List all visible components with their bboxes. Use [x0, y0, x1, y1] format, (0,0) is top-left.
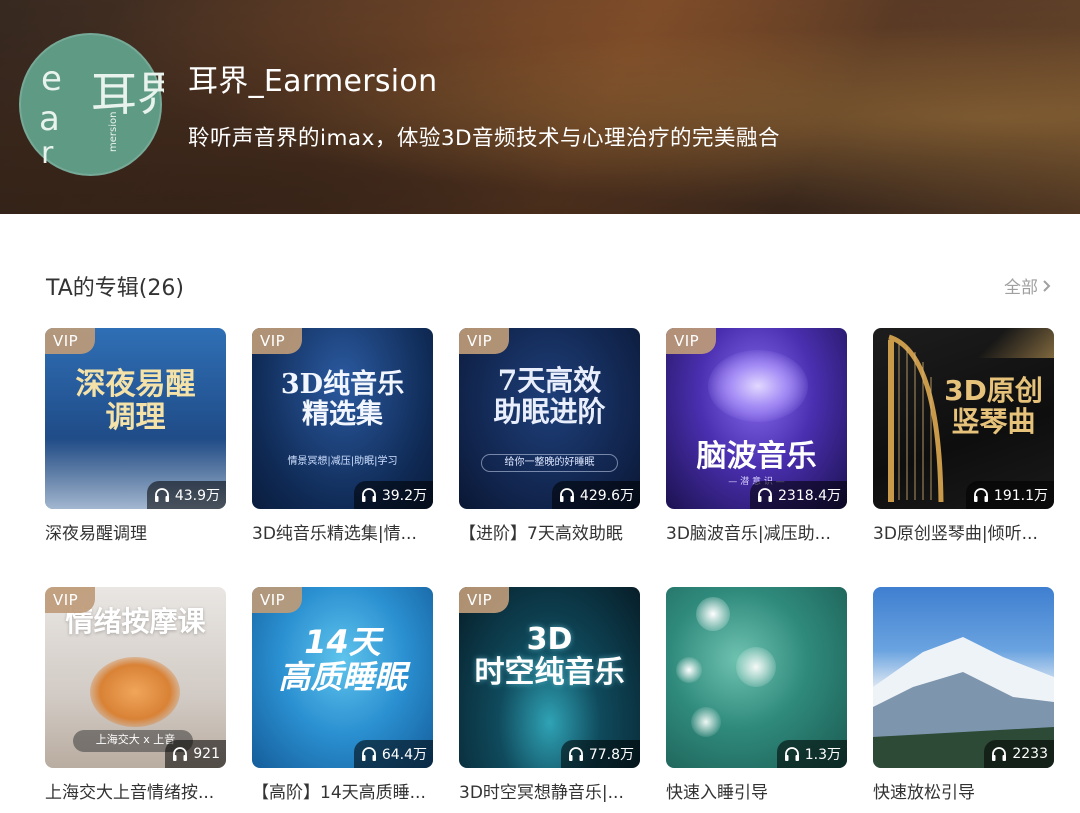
album-card[interactable]: 3D纯音乐 精选集 情景冥想|减压|助眠|学习 VIP 39.2万 3D纯音乐精… — [252, 328, 433, 544]
cover-subtitle: 情景冥想|减压|助眠|学习 — [287, 456, 398, 467]
kitten-graphic — [90, 657, 180, 727]
play-count: 429.6万 — [551, 481, 640, 509]
cover-title: 3D 时空纯音乐 — [474, 622, 625, 690]
album-card[interactable]: 3D原创 竖琴曲 191.1万 3D原创竖琴曲|倾听... — [873, 328, 1054, 544]
album-card[interactable]: 深夜易醒 调理 VIP 43.9万 深夜易醒调理 — [45, 328, 226, 544]
vip-badge: VIP — [666, 328, 716, 354]
album-card[interactable]: 14天 高质睡眠 VIP 64.4万 【高阶】14天高质睡... — [252, 587, 433, 803]
album-cover[interactable]: 7天高效 助眠进阶 给你一整晚的好睡眠 VIP 429.6万 — [459, 328, 640, 509]
play-count: 2318.4万 — [750, 481, 847, 509]
album-card[interactable]: 情绪按摩课 上海交大 x 上音 VIP 921 上海交大上音情绪按... — [45, 587, 226, 803]
play-count: 191.1万 — [965, 481, 1054, 509]
play-count: 921 — [165, 740, 226, 768]
album-cover[interactable]: 深夜易醒 调理 VIP 43.9万 — [45, 328, 226, 509]
headphones-icon — [173, 747, 188, 761]
album-card[interactable]: 7天高效 助眠进阶 给你一整晚的好睡眠 VIP 429.6万 【进阶】7天高效助… — [459, 328, 640, 544]
albums-section-title: TA的专辑(26) — [46, 276, 184, 301]
play-count: 39.2万 — [353, 481, 433, 509]
play-count: 43.9万 — [146, 481, 226, 509]
album-name[interactable]: 【进阶】7天高效助眠 — [459, 519, 640, 544]
album-name[interactable]: 3D脑波音乐|减压助... — [666, 519, 847, 544]
album-card[interactable]: 脑波音乐 — 潜 意 识 — VIP 2318.4万 3D脑波音乐|减压助... — [666, 328, 847, 544]
cover-title: 深夜易醒 调理 — [75, 367, 196, 435]
album-cover[interactable]: 3D 时空纯音乐 VIP 77.8万 — [459, 587, 640, 768]
album-name[interactable]: 3D原创竖琴曲|倾听... — [873, 519, 1054, 544]
see-all-label: 全部 — [1004, 278, 1038, 298]
cover-title: 3D纯音乐 精选集 — [280, 369, 405, 430]
album-name[interactable]: 快速入睡引导 — [666, 778, 847, 803]
vip-badge: VIP — [45, 587, 95, 613]
album-card[interactable]: 3D 时空纯音乐 VIP 77.8万 3D时空冥想静音乐|... — [459, 587, 640, 803]
cover-title: 脑波音乐 — [696, 439, 817, 474]
channel-description: 聆听声音界的imax，体验3D音频技术与心理治疗的完美融合 — [188, 126, 781, 151]
album-name[interactable]: 上海交大上音情绪按... — [45, 778, 226, 803]
headphones-icon — [784, 747, 799, 761]
headphones-icon — [361, 747, 376, 761]
play-count-value: 921 — [193, 746, 220, 762]
channel-avatar[interactable]: e a r 耳界 mersion — [19, 33, 164, 176]
headphones-icon — [758, 488, 772, 502]
play-count-value: 39.2万 — [381, 488, 427, 504]
album-name[interactable]: 快速放松引导 — [873, 778, 1054, 803]
play-count-value: 43.9万 — [174, 488, 220, 504]
play-count-value: 429.6万 — [579, 488, 634, 504]
play-count: 2233 — [984, 740, 1054, 768]
vip-badge: VIP — [45, 328, 95, 354]
album-cover[interactable]: 脑波音乐 — 潜 意 识 — VIP 2318.4万 — [666, 328, 847, 509]
avatar-ear-char: 耳界 — [91, 67, 164, 121]
profile-header: e a r 耳界 mersion 耳界_Earmersion 聆听声音界的ima… — [0, 0, 1080, 214]
album-cover[interactable]: 3D纯音乐 精选集 情景冥想|减压|助眠|学习 VIP 39.2万 — [252, 328, 433, 509]
album-cover[interactable]: 2233 — [873, 587, 1054, 768]
album-name[interactable]: 3D纯音乐精选集|情... — [252, 519, 433, 544]
play-count-value: 64.4万 — [381, 747, 427, 763]
cover-title: 3D原创 竖琴曲 — [944, 374, 1043, 438]
see-all-link[interactable]: 全部 — [1004, 273, 1052, 298]
channel-name: 耳界_Earmersion — [188, 64, 438, 99]
avatar-e: e — [41, 59, 62, 99]
album-name[interactable]: 3D时空冥想静音乐|... — [459, 778, 640, 803]
album-name[interactable]: 深夜易醒调理 — [45, 519, 226, 544]
headphones-icon — [361, 488, 376, 502]
album-card[interactable]: 2233 快速放松引导 — [873, 587, 1054, 803]
play-count-value: 2318.4万 — [778, 488, 841, 504]
play-count: 1.3万 — [776, 740, 847, 768]
album-cover[interactable]: 14天 高质睡眠 VIP 64.4万 — [252, 587, 433, 768]
play-count-value: 1.3万 — [804, 747, 841, 763]
cover-subtitle: 给你一整晚的好睡眠 — [504, 457, 595, 468]
play-count-value: 2233 — [1012, 746, 1048, 762]
vip-badge: VIP — [459, 328, 509, 354]
chevron-right-icon — [1043, 279, 1051, 292]
play-count: 64.4万 — [353, 740, 433, 768]
headphones-icon — [973, 488, 988, 502]
album-card[interactable]: 1.3万 快速入睡引导 — [666, 587, 847, 803]
vip-badge: VIP — [252, 328, 302, 354]
play-count: 77.8万 — [560, 740, 640, 768]
vip-badge: VIP — [459, 587, 509, 613]
album-cover[interactable]: 1.3万 — [666, 587, 847, 768]
vip-badge: VIP — [252, 587, 302, 613]
album-cover[interactable]: 情绪按摩课 上海交大 x 上音 VIP 921 — [45, 587, 226, 768]
avatar-r: r — [41, 136, 54, 171]
play-count-value: 77.8万 — [588, 747, 634, 763]
headphones-icon — [154, 488, 169, 502]
headphones-icon — [992, 747, 1007, 761]
brain-graphic — [708, 350, 808, 422]
avatar-a: a — [39, 99, 60, 139]
avatar-logo: e a r 耳界 mersion — [39, 59, 164, 171]
headphones-icon — [559, 488, 574, 502]
album-cover[interactable]: 3D原创 竖琴曲 191.1万 — [873, 328, 1054, 509]
cover-title: 14天 高质睡眠 — [278, 623, 407, 697]
play-count-value: 191.1万 — [993, 488, 1048, 504]
headphones-icon — [568, 747, 583, 761]
cover-title: 7天高效 助眠进阶 — [493, 364, 606, 428]
avatar-side-text: mersion — [108, 112, 119, 152]
album-name[interactable]: 【高阶】14天高质睡... — [252, 778, 433, 803]
